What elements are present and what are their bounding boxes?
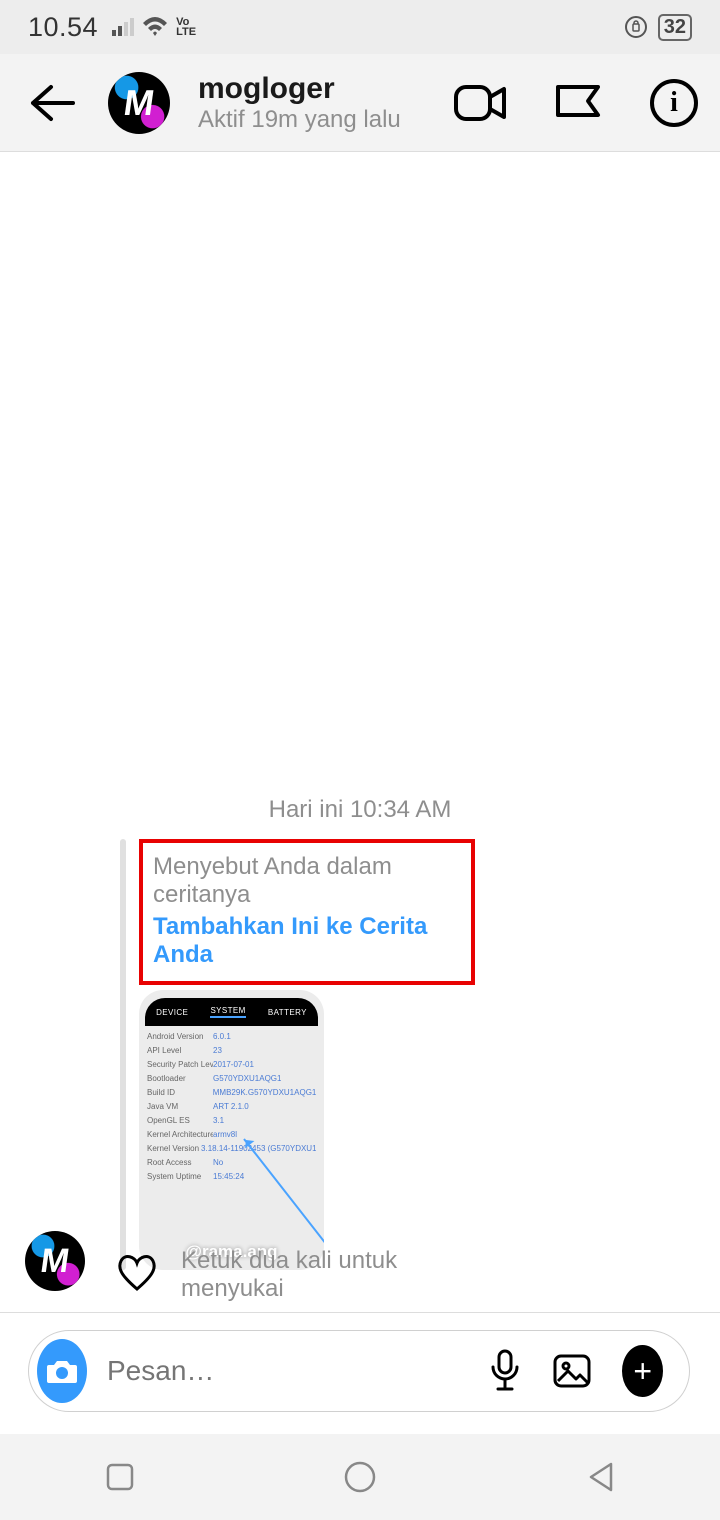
battery-percent: 32 bbox=[658, 14, 692, 41]
camera-button[interactable] bbox=[37, 1339, 87, 1403]
signal-icon bbox=[112, 18, 134, 36]
thumb-row: Java VMART 2.1.0 bbox=[147, 1100, 316, 1114]
chat-area[interactable]: Hari ini 10:34 AM Menyebut Anda dalam ce… bbox=[0, 152, 720, 1313]
gallery-button[interactable] bbox=[552, 1349, 592, 1393]
message-input[interactable] bbox=[107, 1355, 468, 1387]
more-button[interactable]: + bbox=[622, 1345, 663, 1397]
thumb-row: System Uptime15:45:24 bbox=[147, 1170, 316, 1184]
day-separator: Hari ini 10:34 AM bbox=[0, 796, 720, 824]
mention-text: Menyebut Anda dalam ceritanya bbox=[153, 853, 455, 909]
thumb-row: Build IDMMB29K.G570YDXU1AQG1 bbox=[147, 1086, 316, 1100]
add-to-story-link[interactable]: Tambahkan Ini ke Cerita Anda bbox=[153, 913, 455, 969]
composer-area: + bbox=[0, 1313, 720, 1434]
thumb-row: BootloaderG570YDXU1AQG1 bbox=[147, 1072, 316, 1086]
avatar[interactable]: M bbox=[108, 72, 170, 134]
chat-header: M mogloger Aktif 19m yang lalu i bbox=[0, 54, 720, 152]
composer[interactable]: + bbox=[28, 1330, 690, 1412]
battery-indicator: 32 bbox=[658, 14, 692, 41]
microphone-button[interactable] bbox=[488, 1349, 522, 1393]
thumb-row: Android Version6.0.1 bbox=[147, 1030, 316, 1044]
thumb-row: Kernel Architecturearmv8l bbox=[147, 1128, 316, 1142]
info-button[interactable]: i bbox=[650, 79, 698, 127]
back-button[interactable] bbox=[22, 74, 80, 132]
thumb-row: Root AccessNo bbox=[147, 1156, 316, 1170]
status-bar: 10.54 VoLTE 32 bbox=[0, 0, 720, 54]
like-button[interactable] bbox=[115, 1253, 159, 1297]
thumb-tab: SYSTEM bbox=[210, 1006, 245, 1018]
sender-avatar[interactable]: M bbox=[25, 1231, 85, 1291]
thumb-row: Kernel Version3.18.14-11902453 (G570YDXU… bbox=[147, 1142, 316, 1156]
nav-home-button[interactable] bbox=[338, 1455, 382, 1499]
video-call-button[interactable] bbox=[454, 77, 506, 129]
status-time: 10.54 bbox=[28, 12, 98, 43]
nav-back-button[interactable] bbox=[578, 1455, 622, 1499]
thumb-row: API Level23 bbox=[147, 1044, 316, 1058]
thumb-row: OpenGL ES3.1 bbox=[147, 1114, 316, 1128]
volte-icon: VoLTE bbox=[176, 17, 196, 37]
reply-bar bbox=[120, 839, 126, 1270]
chat-activity-status: Aktif 19m yang lalu bbox=[198, 106, 426, 134]
wifi-icon bbox=[142, 17, 168, 37]
mention-highlight: Menyebut Anda dalam ceritanya Tambahkan … bbox=[139, 839, 475, 985]
nav-recents-button[interactable] bbox=[98, 1455, 142, 1499]
thumb-tab: BATTERY bbox=[268, 1008, 307, 1017]
rotation-lock-icon bbox=[624, 15, 648, 39]
system-nav-bar bbox=[0, 1434, 720, 1520]
thumb-tab: DEVICE bbox=[156, 1008, 188, 1017]
message[interactable]: Menyebut Anda dalam ceritanya Tambahkan … bbox=[115, 839, 475, 1270]
thumb-row: Security Patch Level2017-07-01 bbox=[147, 1058, 316, 1072]
chat-username[interactable]: mogloger bbox=[198, 72, 426, 106]
like-hint: Ketuk dua kali untuk menyukai bbox=[181, 1247, 475, 1303]
story-thumbnail[interactable]: DEVICE SYSTEM BATTERY Android Version6.0.1… bbox=[139, 990, 324, 1270]
flag-button[interactable] bbox=[552, 77, 604, 129]
